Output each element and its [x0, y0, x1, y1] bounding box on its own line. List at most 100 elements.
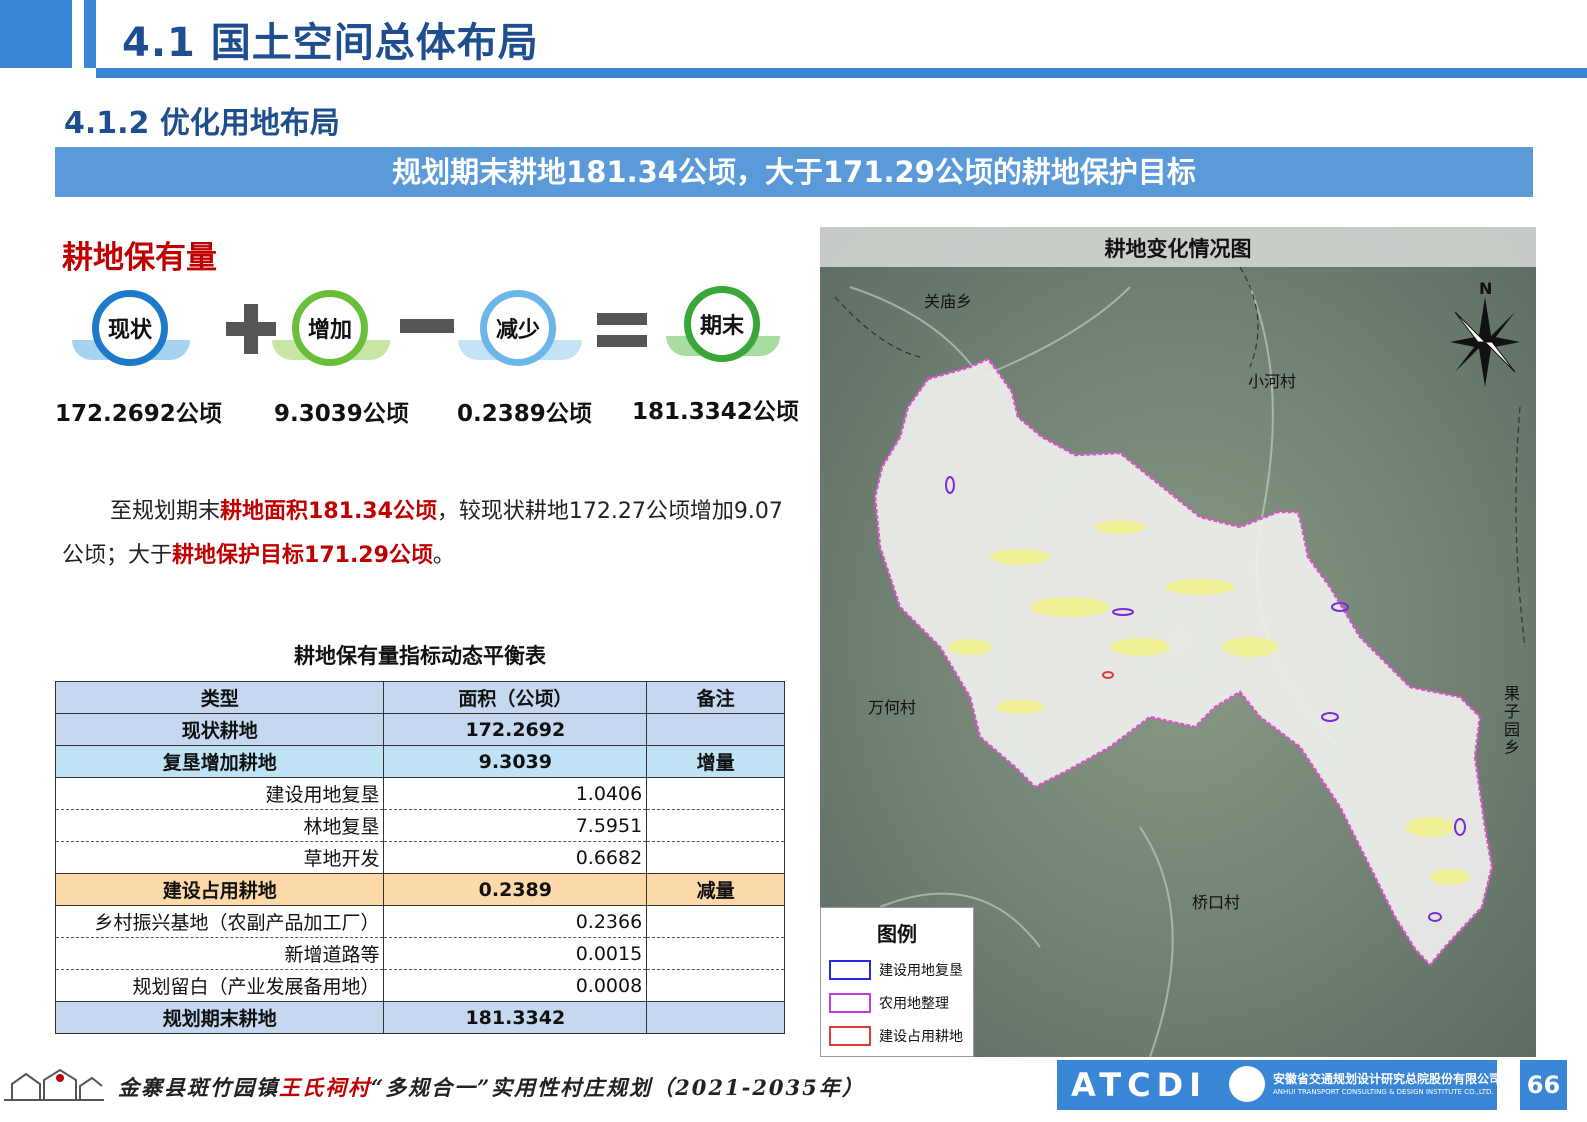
para-highlight: 耕地保护目标171.29公顷 — [172, 543, 433, 568]
cell-area: 9.3039 — [383, 745, 648, 778]
balance-table: 类型 面积（公顷） 备注 现状耕地 172.2692 复垦增加耕地 9.3039… — [54, 681, 785, 1034]
table-row: 乡村振兴基地（农副产品加工厂） 0.2366 — [54, 905, 785, 938]
legend-item: 建设用地复垦 — [829, 960, 963, 980]
description-paragraph: 至规划期末耕地面积181.34公顷，较现状耕地172.27公顷增加9.07公顷；… — [62, 490, 792, 578]
cell-type: 现状耕地 — [54, 713, 385, 746]
para-text: 至规划期末 — [110, 499, 221, 524]
table-row: 草地开发 0.6682 — [54, 841, 785, 874]
cell-type: 复垦增加耕地 — [54, 745, 385, 778]
footer-village-name: 王氏祠村 — [279, 1075, 371, 1100]
footer-text: “多规合一”实用性村庄规划（2021-2035年） — [371, 1075, 865, 1100]
company-name-cn: 安徽省交通规划设计研究总院股份有限公司 — [1273, 1072, 1502, 1086]
page-title: 4.1 国土空间总体布局 — [122, 20, 539, 66]
legend-item: 建设占用耕地 — [829, 1026, 963, 1046]
section-subtitle: 4.1.2 优化用地布局 — [64, 106, 340, 141]
header-cell: 面积（公顷） — [383, 681, 648, 714]
legend-item: 农用地整理 — [829, 993, 949, 1013]
table-row: 现状耕地 172.2692 — [54, 713, 785, 746]
legend-label: 农用地整理 — [879, 996, 949, 1012]
cell-area: 181.3342 — [383, 1001, 648, 1034]
circle-decrease: 减少 — [480, 290, 556, 366]
cell-type: 新增道路等 — [54, 937, 385, 970]
legend-label: 建设用地复垦 — [879, 963, 963, 979]
circle-label: 期末 — [699, 314, 744, 339]
cell-area: 0.0015 — [383, 937, 648, 970]
legend-label: 建设占用耕地 — [879, 1029, 963, 1045]
cell-note: 增量 — [646, 745, 785, 778]
village-sketch-logo — [4, 1068, 104, 1101]
cell-type: 规划期末耕地 — [54, 1001, 385, 1034]
table-header-row: 类型 面积（公顷） 备注 — [54, 681, 785, 714]
atcdi-logo: ATCDI — [1071, 1066, 1208, 1104]
summary-banner: 规划期末耕地181.34公顷，大于171.29公顷的耕地保护目标 — [55, 147, 1533, 197]
cell-note — [646, 841, 785, 874]
circle-final: 期末 — [684, 286, 760, 362]
table-row: 林地复垦 7.5951 — [54, 809, 785, 842]
cell-area: 0.6682 — [383, 841, 648, 874]
circle-label: 现状 — [107, 318, 152, 343]
place-label: 小河村 — [1248, 372, 1297, 391]
table-row: 建设占用耕地 0.2389 减量 — [54, 873, 785, 906]
cell-note — [646, 809, 785, 842]
cell-note: 减量 — [646, 873, 785, 906]
table-row: 规划留白（产业发展备用地） 0.0008 — [54, 969, 785, 1002]
cell-note — [646, 713, 785, 746]
circle-increase: 增加 — [292, 290, 368, 366]
north-label: N — [1479, 279, 1493, 298]
legend-swatch — [829, 1026, 871, 1046]
value-final: 181.3342公顷 — [632, 399, 799, 425]
value-decrease: 0.2389公顷 — [457, 401, 592, 427]
minus-icon — [400, 319, 454, 333]
company-logo-bar: ATCDI 安徽省交通规划设计研究总院股份有限公司 ANHUI TRANSPOR… — [1057, 1060, 1501, 1110]
page-number: 66 — [1520, 1060, 1567, 1110]
value-increase: 9.3039公顷 — [274, 401, 409, 427]
table-row: 建设用地复垦 1.0406 — [54, 777, 785, 810]
header-accent-bar-thin — [84, 0, 96, 68]
circle-label: 减少 — [495, 318, 540, 343]
equals-icon — [597, 313, 647, 347]
table-row: 新增道路等 0.0015 — [54, 937, 785, 970]
north-arrow-icon: N — [1450, 279, 1520, 389]
plus-icon — [226, 304, 276, 354]
table-row: 复垦增加耕地 9.3039 增量 — [54, 745, 785, 778]
legend-swatch — [829, 993, 871, 1013]
place-label: 关庙乡 — [924, 292, 973, 311]
place-label: 桥口村 — [1192, 893, 1241, 912]
cell-type: 建设用地复垦 — [54, 777, 385, 810]
legend-title: 图例 — [877, 922, 917, 946]
cell-type: 乡村振兴基地（农副产品加工厂） — [54, 905, 385, 938]
map-legend: 图例 建设用地复垦 农用地整理 建设占用耕地 — [820, 907, 974, 1057]
cell-area: 1.0406 — [383, 777, 648, 810]
footer-text: 金寨县斑竹园镇 — [118, 1075, 279, 1100]
map-title: 耕地变化情况图 — [1104, 237, 1252, 261]
cell-type: 规划留白（产业发展备用地） — [54, 969, 385, 1002]
table-title: 耕地保有量指标动态平衡表 — [294, 644, 546, 668]
cell-note — [646, 905, 785, 938]
cell-note — [646, 1001, 785, 1034]
para-highlight: 耕地面积181.34公顷 — [220, 499, 437, 524]
cell-type: 草地开发 — [54, 841, 385, 874]
circle-current: 现状 — [92, 290, 168, 366]
footer-project-title: 金寨县斑竹园镇王氏祠村“多规合一”实用性村庄规划（2021-2035年） — [118, 1072, 865, 1102]
place-label: 万何村 — [868, 698, 917, 717]
para-text: 。 — [432, 543, 455, 568]
cell-area: 0.2389 — [383, 873, 648, 906]
cell-area: 0.2366 — [383, 905, 648, 938]
cell-note — [646, 969, 785, 1002]
cell-area: 0.0008 — [383, 969, 648, 1002]
value-current: 172.2692公顷 — [55, 401, 222, 427]
header-accent-bar — [0, 0, 72, 68]
company-name-en: ANHUI TRANSPORT CONSULTING & DESIGN INST… — [1273, 1088, 1494, 1096]
cell-note — [646, 777, 785, 810]
cell-area: 7.5951 — [383, 809, 648, 842]
header-cell: 备注 — [646, 681, 785, 714]
wave-icon — [1229, 1066, 1265, 1102]
header-cell: 类型 — [54, 681, 385, 714]
cell-type: 建设占用耕地 — [54, 873, 385, 906]
table-row: 规划期末耕地 181.3342 — [54, 1001, 785, 1034]
cell-type: 林地复垦 — [54, 809, 385, 842]
circle-label: 增加 — [307, 318, 352, 343]
header-underline — [96, 68, 1587, 78]
section-heading: 耕地保有量 — [62, 240, 217, 276]
place-label: 果子园乡 — [1504, 684, 1521, 757]
